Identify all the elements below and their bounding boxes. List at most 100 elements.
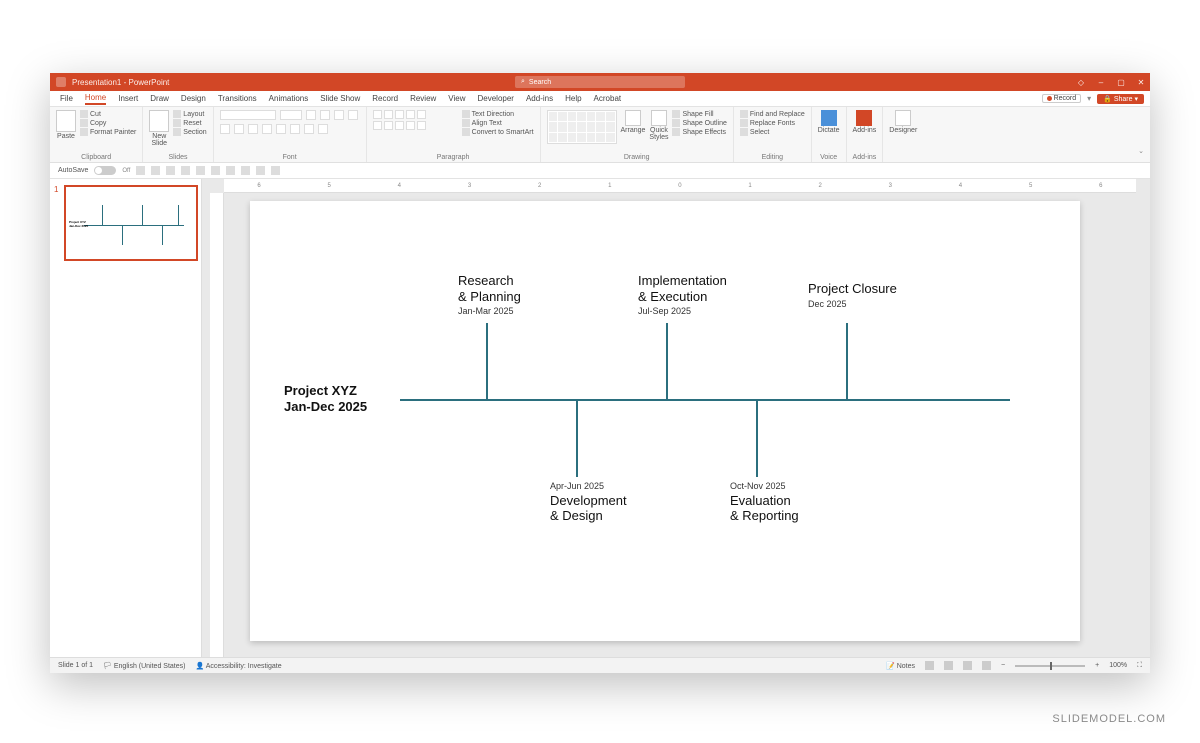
layout-button[interactable]: Layout <box>173 110 206 118</box>
tab-review[interactable]: Review <box>410 94 436 103</box>
tab-addins[interactable]: Add-ins <box>526 94 553 103</box>
tab-acrobat[interactable]: Acrobat <box>594 94 622 103</box>
copy-button[interactable]: Copy <box>80 119 136 127</box>
char-spacing-button[interactable] <box>276 124 286 134</box>
align-left-button[interactable] <box>373 121 382 130</box>
qat-icon-6[interactable] <box>211 166 220 175</box>
zoom-in-button[interactable]: + <box>1095 662 1099 669</box>
find-replace-button[interactable]: Find and Replace <box>740 110 805 118</box>
bold-button[interactable] <box>348 110 358 120</box>
zoom-out-button[interactable]: − <box>1001 662 1005 669</box>
tab-insert[interactable]: Insert <box>118 94 138 103</box>
tab-developer[interactable]: Developer <box>478 94 514 103</box>
tab-animations[interactable]: Animations <box>269 94 309 103</box>
change-case-button[interactable] <box>290 124 300 134</box>
fit-to-window-icon[interactable]: ⛶ <box>1137 662 1142 670</box>
text-shadow-button[interactable] <box>262 124 272 134</box>
justify-button[interactable] <box>406 121 415 130</box>
font-color-button[interactable] <box>304 124 314 134</box>
qat-icon-8[interactable] <box>241 166 250 175</box>
increase-font-button[interactable] <box>306 110 316 120</box>
slide-canvas[interactable]: Project XYZ Jan-Dec 2025 Research & Plan… <box>250 201 1080 641</box>
tab-record[interactable]: Record <box>372 94 398 103</box>
format-painter-button[interactable]: Format Painter <box>80 128 136 136</box>
qat-from-beginning-icon[interactable] <box>181 166 190 175</box>
share-button[interactable]: 🔒 Share ▾ <box>1097 94 1144 104</box>
italic-button[interactable] <box>220 124 230 134</box>
numbering-button[interactable] <box>384 110 393 119</box>
qat-redo-icon[interactable] <box>166 166 175 175</box>
line-spacing-button[interactable] <box>417 110 426 119</box>
slide-sorter-icon[interactable] <box>944 661 953 670</box>
underline-button[interactable] <box>234 124 244 134</box>
increase-indent-button[interactable] <box>406 110 415 119</box>
align-text-button[interactable]: Align Text <box>462 119 534 127</box>
tab-slideshow[interactable]: Slide Show <box>320 94 360 103</box>
strikethrough-button[interactable] <box>248 124 258 134</box>
minimize-button[interactable]: – <box>1096 78 1106 87</box>
font-size-combo[interactable] <box>280 110 302 120</box>
new-slide-button[interactable]: New Slide <box>149 110 169 147</box>
designer-button[interactable]: Designer <box>889 110 917 134</box>
accessibility-status[interactable]: 👤 Accessibility: Investigate <box>195 662 281 670</box>
qat-undo-icon[interactable] <box>151 166 160 175</box>
dictate-button[interactable]: Dictate <box>818 110 840 134</box>
qat-icon-7[interactable] <box>226 166 235 175</box>
columns-button[interactable] <box>417 121 426 130</box>
align-right-button[interactable] <box>395 121 404 130</box>
highlight-button[interactable] <box>318 124 328 134</box>
zoom-slider[interactable] <box>1015 665 1085 667</box>
zoom-level[interactable]: 100% <box>1109 662 1127 669</box>
shape-effects-button[interactable]: Shape Effects <box>672 128 726 136</box>
font-family-combo[interactable] <box>220 110 276 120</box>
arrange-button[interactable]: Arrange <box>621 110 646 134</box>
normal-view-icon[interactable] <box>925 661 934 670</box>
quick-styles-button[interactable]: Quick Styles <box>649 110 668 141</box>
search-box[interactable]: ⌕ Search <box>515 76 685 88</box>
select-button[interactable]: Select <box>740 128 805 136</box>
replace-fonts-button[interactable]: Replace Fonts <box>740 119 805 127</box>
vertical-ruler[interactable] <box>210 193 224 657</box>
tab-file[interactable]: File <box>60 94 73 103</box>
shape-fill-button[interactable]: Shape Fill <box>672 110 726 118</box>
account-icon[interactable]: ◇ <box>1076 78 1086 87</box>
record-button[interactable]: Record <box>1042 94 1082 103</box>
reading-view-icon[interactable] <box>963 661 972 670</box>
slide-thumbnail-1[interactable]: Project XYZJan-Dec 2025 <box>64 185 198 261</box>
qat-icon-10[interactable] <box>271 166 280 175</box>
maximize-button[interactable]: ▢ <box>1116 78 1126 87</box>
tab-home[interactable]: Home <box>85 93 106 105</box>
addins-button[interactable]: Add-ins <box>853 110 877 134</box>
autosave-toggle[interactable] <box>94 166 116 175</box>
tab-transitions[interactable]: Transitions <box>218 94 257 103</box>
qat-icon-5[interactable] <box>196 166 205 175</box>
ribbon-display-icon[interactable]: ▾ <box>1087 94 1091 103</box>
decrease-indent-button[interactable] <box>395 110 404 119</box>
text-direction-button[interactable]: Text Direction <box>462 110 534 118</box>
qat-save-icon[interactable] <box>136 166 145 175</box>
align-center-button[interactable] <box>384 121 393 130</box>
decrease-font-button[interactable] <box>320 110 330 120</box>
bullets-button[interactable] <box>373 110 382 119</box>
ribbon: Paste Cut Copy Format Painter Clipboard … <box>50 107 1150 163</box>
collapse-ribbon-icon[interactable]: ⌄ <box>1138 147 1144 155</box>
tab-design[interactable]: Design <box>181 94 206 103</box>
reset-button[interactable]: Reset <box>173 119 206 127</box>
slide-count[interactable]: Slide 1 of 1 <box>58 662 93 669</box>
close-button[interactable]: ✕ <box>1136 78 1146 87</box>
shapes-gallery[interactable] <box>547 110 617 144</box>
tab-draw[interactable]: Draw <box>150 94 169 103</box>
convert-smartart-button[interactable]: Convert to SmartArt <box>462 128 534 136</box>
notes-button[interactable]: 📝 Notes <box>886 662 915 670</box>
shape-outline-button[interactable]: Shape Outline <box>672 119 726 127</box>
qat-icon-9[interactable] <box>256 166 265 175</box>
tab-view[interactable]: View <box>448 94 465 103</box>
language-status[interactable]: 🏳 English (United States) <box>103 662 185 670</box>
tab-help[interactable]: Help <box>565 94 581 103</box>
horizontal-ruler[interactable]: 654 321 012 345 6 <box>224 179 1136 193</box>
cut-button[interactable]: Cut <box>80 110 136 118</box>
section-button[interactable]: Section <box>173 128 206 136</box>
slideshow-view-icon[interactable] <box>982 661 991 670</box>
paste-button[interactable]: Paste <box>56 110 76 140</box>
clear-formatting-button[interactable] <box>334 110 344 120</box>
